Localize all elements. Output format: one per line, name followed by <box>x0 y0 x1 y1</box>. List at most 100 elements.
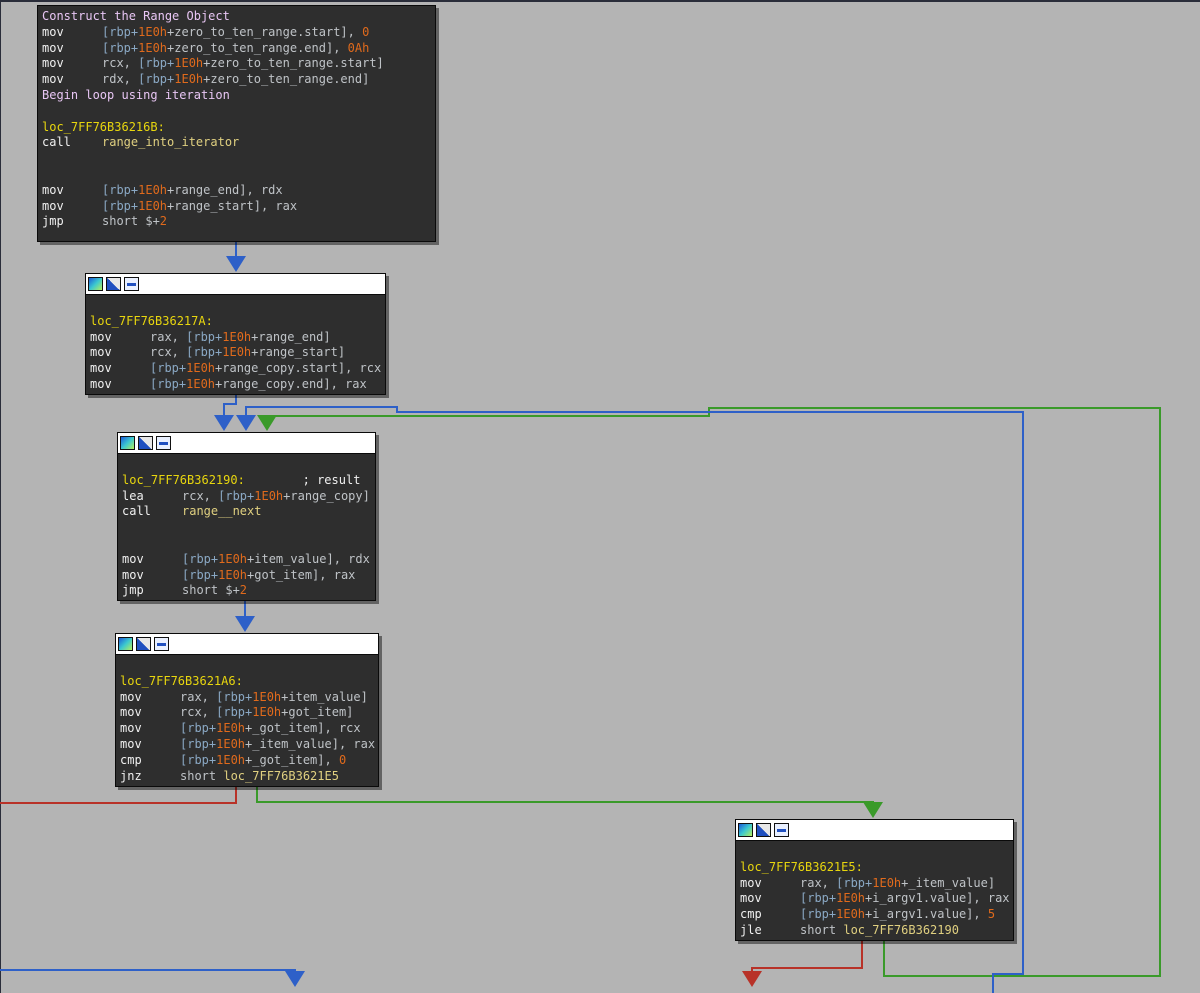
code-line[interactable]: jle short loc_7FF76B362190 <box>740 923 1009 939</box>
base-register: [rbp+ <box>180 752 217 767</box>
code-line[interactable] <box>90 298 381 314</box>
group-nodes-icon[interactable] <box>124 277 139 291</box>
group-nodes-icon[interactable] <box>774 823 789 837</box>
label[interactable]: loc_7FF76B3621A6: <box>120 674 243 688</box>
edit-color-icon[interactable] <box>136 637 151 651</box>
edit-color-icon[interactable] <box>106 277 121 291</box>
code-line[interactable] <box>42 104 431 120</box>
label[interactable]: loc_7FF76B36216B: <box>42 120 165 134</box>
operand: +zero_to_ten_range.start] <box>203 56 384 71</box>
code-line[interactable] <box>740 844 1009 860</box>
code-line[interactable] <box>120 658 374 674</box>
code-line[interactable]: mov [rbp+1E0h+_got_item], rcx <box>120 721 374 737</box>
edge-exit-blue-bottom <box>0 969 305 987</box>
offset: 1E0h <box>872 875 902 890</box>
code-block-construct-range[interactable]: Construct the Range Object mov [rbp+1E0h+z… <box>37 5 436 242</box>
code-line[interactable]: jmp short $+2 <box>42 214 431 230</box>
mnemonic: jle <box>740 922 762 937</box>
code-block-loc-7FF76B3621E5[interactable]: loc_7FF76B3621E5: mov rax, [rbp+1E0h+_item… <box>735 819 1014 941</box>
function-ref[interactable]: range__next <box>182 504 261 518</box>
code-line[interactable]: mov rax, [rbp+1E0h+item_value] <box>120 690 374 706</box>
edge-n4-n5-taken <box>256 787 883 818</box>
graph-colors-icon[interactable] <box>88 277 103 291</box>
base-register: [rbp+ <box>182 567 219 582</box>
edit-color-icon[interactable] <box>138 436 153 450</box>
label[interactable]: loc_7FF76B3621E5: <box>740 860 863 874</box>
graph-colors-icon[interactable] <box>738 823 753 837</box>
edit-color-icon[interactable] <box>756 823 771 837</box>
code-line[interactable]: mov [rbp+1E0h+range_end], rdx <box>42 183 431 199</box>
code-line[interactable]: cmp [rbp+1E0h+_got_item], 0 <box>120 753 374 769</box>
base-register: [rbp+ <box>182 551 219 566</box>
code-lines: loc_7FF76B362190: ; result lea rcx, [rbp+1… <box>118 454 375 603</box>
offset: 1E0h <box>186 361 216 376</box>
code-line[interactable] <box>122 520 371 536</box>
code-line[interactable]: mov rax, [rbp+1E0h+_item_value] <box>740 876 1009 892</box>
base-register: [rbp+ <box>102 24 139 39</box>
code-line[interactable]: mov rcx, [rbp+1E0h+got_item] <box>120 705 374 721</box>
mnemonic: mov <box>740 891 762 906</box>
mnemonic: mov <box>42 24 64 39</box>
group-nodes-icon[interactable] <box>154 637 169 651</box>
code-line[interactable]: mov [rbp+1E0h+range_copy.end], rax <box>90 377 381 393</box>
offset: 1E0h <box>218 551 248 566</box>
mnemonic: lea <box>122 488 144 503</box>
base-register: [rbp+ <box>186 329 223 344</box>
label[interactable]: loc_7FF76B36217A: <box>90 314 213 328</box>
code-line[interactable]: loc_7FF76B3621E5: <box>740 860 1009 876</box>
operand: +zero_to_ten_range.end] <box>203 72 370 87</box>
code-line[interactable]: loc_7FF76B3621A6: <box>120 674 374 690</box>
mnemonic: mov <box>122 551 144 566</box>
code-line[interactable] <box>122 536 371 552</box>
code-block-loc-7FF76B3621A6[interactable]: loc_7FF76B3621A6: mov rax, [rbp+1E0h+item_… <box>115 633 379 787</box>
code-line[interactable] <box>42 151 431 167</box>
label[interactable]: loc_7FF76B362190: <box>122 473 245 487</box>
code-line[interactable]: mov rax, [rbp+1E0h+range_end] <box>90 330 381 346</box>
operand: +item_value], rdx <box>247 551 370 566</box>
mnemonic: mov <box>122 567 144 582</box>
code-line[interactable]: Construct the Range Object <box>42 9 431 25</box>
function-ref[interactable]: loc_7FF76B362190 <box>843 923 959 937</box>
operand: +got_item], rax <box>247 567 356 582</box>
graph-colors-icon[interactable] <box>118 637 133 651</box>
code-line[interactable]: call range_into_iterator <box>42 135 431 151</box>
code-line[interactable]: mov [rbp+1E0h+range_copy.start], rcx <box>90 361 381 377</box>
base-register: [rbp+ <box>800 891 837 906</box>
code-line[interactable]: mov [rbp+1E0h+_item_value], rax <box>120 737 375 753</box>
code-line[interactable]: mov [rbp+1E0h+zero_to_ten_range.start], 0 <box>42 25 431 41</box>
code-line[interactable]: mov rcx, [rbp+1E0h+range_start] <box>90 345 381 361</box>
code-line[interactable]: Begin loop using iteration <box>42 88 431 104</box>
code-line[interactable]: loc_7FF76B362190: ; result <box>122 473 371 489</box>
operand: +_item_value] <box>901 875 996 890</box>
code-line[interactable]: mov rdx, [rbp+1E0h+zero_to_ten_range.end] <box>42 72 431 88</box>
function-ref[interactable]: loc_7FF76B3621E5 <box>223 769 339 783</box>
group-nodes-icon[interactable] <box>156 436 171 450</box>
operand: short <box>180 768 224 783</box>
code-line[interactable]: jmp short $+2 <box>122 583 371 599</box>
code-line[interactable]: mov [rbp+1E0h+item_value], rdx <box>122 552 371 568</box>
code-line[interactable]: call range__next <box>122 504 371 520</box>
code-block-loc-7FF76B362190[interactable]: loc_7FF76B362190: ; result lea rcx, [rbp+1… <box>117 432 376 601</box>
code-line[interactable]: jnz short loc_7FF76B3621E5 <box>120 769 374 785</box>
code-line[interactable] <box>122 457 371 473</box>
code-line[interactable]: cmp [rbp+1E0h+i_argv1.value], 5 <box>740 907 1009 923</box>
code-line[interactable] <box>42 167 431 183</box>
base-register: [rbp+ <box>138 72 175 87</box>
graph-colors-icon[interactable] <box>120 436 135 450</box>
comment: Begin loop using iteration <box>42 87 230 102</box>
function-ref[interactable]: range_into_iterator <box>102 135 239 149</box>
operand: +zero_to_ten_range.start], <box>167 24 363 39</box>
mnemonic: mov <box>42 40 64 55</box>
code-line[interactable]: mov [rbp+1E0h+i_argv1.value], rax <box>740 891 1010 907</box>
offset: 1E0h <box>254 488 284 503</box>
code-line[interactable]: mov [rbp+1E0h+zero_to_ten_range.end], 0Ah <box>42 41 431 57</box>
offset: 1E0h <box>252 689 282 704</box>
code-line[interactable]: loc_7FF76B36216B: <box>42 120 431 136</box>
node-toolbar <box>86 274 385 295</box>
code-block-loc-7FF76B36217A[interactable]: loc_7FF76B36217A: mov rax, [rbp+1E0h+range… <box>85 273 386 395</box>
code-line[interactable]: mov [rbp+1E0h+got_item], rax <box>122 568 371 584</box>
code-line[interactable]: mov [rbp+1E0h+range_start], rax <box>42 199 431 215</box>
code-line[interactable]: lea rcx, [rbp+1E0h+range_copy] <box>122 489 371 505</box>
code-line[interactable]: loc_7FF76B36217A: <box>90 314 381 330</box>
code-line[interactable]: mov rcx, [rbp+1E0h+zero_to_ten_range.star… <box>42 56 431 72</box>
